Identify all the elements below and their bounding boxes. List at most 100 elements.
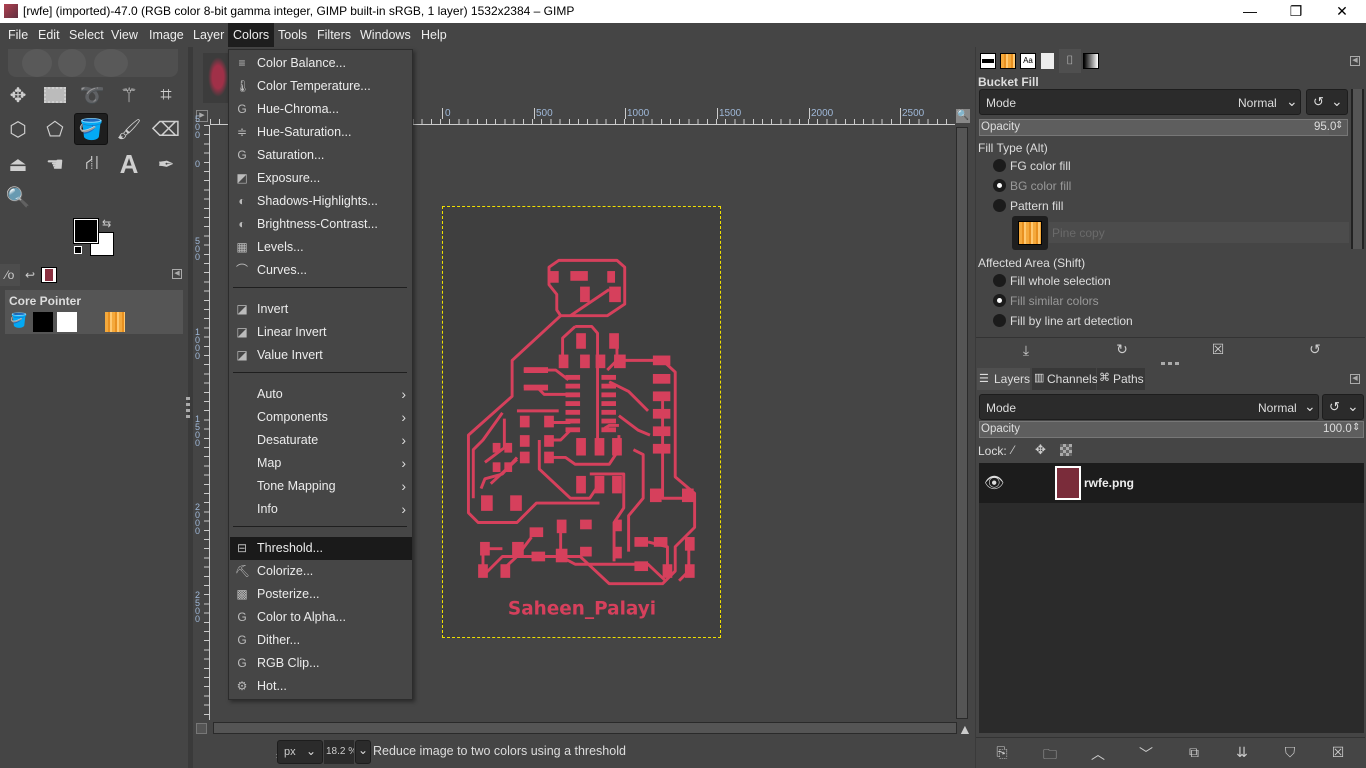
zoom-image-icon[interactable]: 🔍 <box>956 109 970 123</box>
tab-brushes[interactable] <box>980 53 996 69</box>
menu-view[interactable]: View <box>106 23 143 47</box>
bg-fill-radio[interactable] <box>993 179 1006 192</box>
new-layer-icon[interactable]: ⎘ <box>990 744 1014 761</box>
unified-transform-tool-icon[interactable]: ⬠ <box>38 113 72 145</box>
lower-layer-icon[interactable]: ﹀ <box>1134 744 1158 764</box>
layer-row[interactable]: 👁 rwfe.png <box>979 463 1364 503</box>
reset-tool-options-icon[interactable]: ↺ <box>1303 341 1327 358</box>
tab-layers[interactable]: ☰ Layers <box>977 368 1030 390</box>
delete-layer-icon[interactable]: ☒ <box>1326 744 1350 761</box>
layer-mode-reset-button[interactable]: ↺ ⌄ <box>1322 394 1364 420</box>
tab-tool-options[interactable]: ⁄o <box>0 264 20 286</box>
menu-item-colorize[interactable]: ⛏ Colorize... <box>230 560 412 583</box>
minimize-button[interactable]: — <box>1227 0 1273 23</box>
menu-item-linear-invert[interactable]: ◪ Linear Invert <box>230 321 412 344</box>
menu-item-dither[interactable]: G Dither... <box>230 629 412 652</box>
fg-fill-radio[interactable] <box>993 159 1006 172</box>
foreground-color-swatch[interactable] <box>73 218 99 244</box>
menu-item-tone-mapping[interactable]: Tone Mapping › <box>230 475 412 498</box>
tab-gradients[interactable] <box>1083 53 1099 69</box>
move-tool-icon[interactable]: ✥ <box>1 79 35 111</box>
raise-layer-icon[interactable]: ︿ <box>1086 744 1110 764</box>
menu-item-hue-chroma[interactable]: G Hue-Chroma... <box>230 98 412 121</box>
menu-item-hot[interactable]: ⚙ Hot... <box>230 675 412 698</box>
fg-fill-label[interactable]: FG color fill <box>1010 159 1071 173</box>
layer-name[interactable]: rwfe.png <box>1084 476 1134 490</box>
text-tool-icon[interactable]: A <box>112 148 146 180</box>
menu-tools[interactable]: Tools <box>273 23 312 47</box>
bucket-fill-tool-icon[interactable]: 🪣 <box>74 113 108 145</box>
unit-select[interactable]: px ⌄ <box>277 740 323 764</box>
menu-item-components[interactable]: Components › <box>230 406 412 429</box>
menu-edit[interactable]: Edit <box>33 23 65 47</box>
menu-item-auto[interactable]: Auto › <box>230 383 412 406</box>
menu-item-shadows-highlights[interactable]: ◐ Shadows-Highlights... <box>230 190 412 213</box>
pane-resize-handle[interactable] <box>1161 362 1179 365</box>
menu-filters[interactable]: Filters <box>312 23 356 47</box>
menu-item-exposure[interactable]: ◩ Exposure... <box>230 167 412 190</box>
menu-item-posterize[interactable]: ▩ Posterize... <box>230 583 412 606</box>
zoom-dropdown-button[interactable]: ⌄ <box>355 740 371 764</box>
fill-line-art-label[interactable]: Fill by line art detection <box>1010 314 1133 328</box>
fuzzy-select-tool-icon[interactable]: ⚚ <box>112 79 146 111</box>
dock-menu-icon[interactable]: ◀ <box>172 269 182 279</box>
horizontal-scrollbar[interactable] <box>213 722 957 734</box>
paths-tool-icon[interactable]: ⛙ <box>75 148 109 180</box>
layer-opacity-slider[interactable]: Opacity 100.0 ⇕ <box>979 421 1364 438</box>
3d-transform-tool-icon[interactable]: ⬡ <box>1 113 35 145</box>
paintbrush-tool-icon[interactable]: 🖌 <box>112 113 146 145</box>
tab-paths[interactable]: ⌘ Paths <box>1097 368 1145 390</box>
tab-patterns[interactable] <box>1000 53 1016 69</box>
image-canvas[interactable]: Saheen_Palayi <box>442 206 721 638</box>
tab-channels[interactable]: ▥ Channels <box>1032 368 1098 390</box>
menu-item-color-to-alpha[interactable]: G Color to Alpha... <box>230 606 412 629</box>
spin-icon[interactable]: ⇕ <box>1352 422 1360 433</box>
pattern-fill-label[interactable]: Pattern fill <box>1010 199 1063 213</box>
clone-tool-icon[interactable]: ⏏ <box>1 148 35 180</box>
free-select-tool-icon[interactable]: ➰ <box>75 79 109 111</box>
opacity-slider[interactable]: Opacity 95.0 ⇕ <box>979 119 1348 136</box>
pattern-fill-radio[interactable] <box>993 199 1006 212</box>
eraser-tool-icon[interactable]: ⌫ <box>149 113 183 145</box>
lock-alpha-icon[interactable] <box>1060 444 1072 456</box>
restore-tool-preset-icon[interactable]: ↻ <box>1110 341 1134 358</box>
fill-similar-colors-radio[interactable] <box>993 294 1006 307</box>
new-layer-group-icon[interactable]: 🗀 <box>1038 744 1062 768</box>
eye-visibility-icon[interactable]: 👁 <box>984 473 1004 493</box>
close-button[interactable]: ✕ <box>1319 0 1365 23</box>
color-picker-tool-icon[interactable]: ✒ <box>149 148 183 180</box>
menu-colors[interactable]: Colors <box>228 23 275 47</box>
tab-tool-options[interactable]: ⌷ <box>1059 49 1081 73</box>
menu-item-value-invert[interactable]: ◪ Value Invert <box>230 344 412 367</box>
fill-line-art-radio[interactable] <box>993 314 1006 327</box>
rect-select-tool-icon[interactable] <box>38 79 72 111</box>
maximize-button[interactable]: ❐ <box>1273 0 1319 23</box>
bg-fill-label[interactable]: BG color fill <box>1010 179 1071 193</box>
fill-similar-colors-label[interactable]: Fill similar colors <box>1010 294 1099 308</box>
menu-item-hue-saturation[interactable]: ≑ Hue-Saturation... <box>230 121 412 144</box>
left-dock-handle[interactable] <box>186 397 190 421</box>
quick-mask-toggle[interactable] <box>196 723 207 734</box>
menu-item-info[interactable]: Info › <box>230 498 412 521</box>
menu-item-rgb-clip[interactable]: G RGB Clip... <box>230 652 412 675</box>
fill-whole-selection-radio[interactable] <box>993 274 1006 287</box>
menu-item-curves[interactable]: ⌒ Curves... <box>230 259 412 282</box>
save-tool-preset-icon[interactable]: ⤓ <box>1014 342 1038 359</box>
merge-layer-icon[interactable]: ⇊ <box>1230 744 1254 761</box>
menu-item-color-balance[interactable]: ≡ Color Balance... <box>230 52 412 75</box>
dock-menu-icon[interactable]: ◀ <box>1350 56 1360 66</box>
tab-fonts[interactable]: Aa <box>1020 53 1036 69</box>
menu-select[interactable]: Select <box>64 23 109 47</box>
dock-menu-icon[interactable]: ◀ <box>1350 374 1360 384</box>
menu-item-brightness-contrast[interactable]: ◐ Brightness-Contrast... <box>230 213 412 236</box>
spin-icon[interactable]: ⇕ <box>1335 120 1343 131</box>
navigate-icon[interactable]: ▲ <box>958 721 972 737</box>
menu-item-threshold[interactable]: ⊟ Threshold... <box>230 537 412 560</box>
smudge-tool-icon[interactable]: ☚ <box>38 148 72 180</box>
fill-whole-selection-label[interactable]: Fill whole selection <box>1010 274 1111 288</box>
pattern-button[interactable] <box>1012 216 1048 250</box>
pattern-name-field[interactable]: Pine copy <box>1049 222 1349 243</box>
menu-file[interactable]: File <box>3 23 33 47</box>
menu-image[interactable]: Image <box>144 23 189 47</box>
menu-item-invert[interactable]: ◪ Invert <box>230 298 412 321</box>
